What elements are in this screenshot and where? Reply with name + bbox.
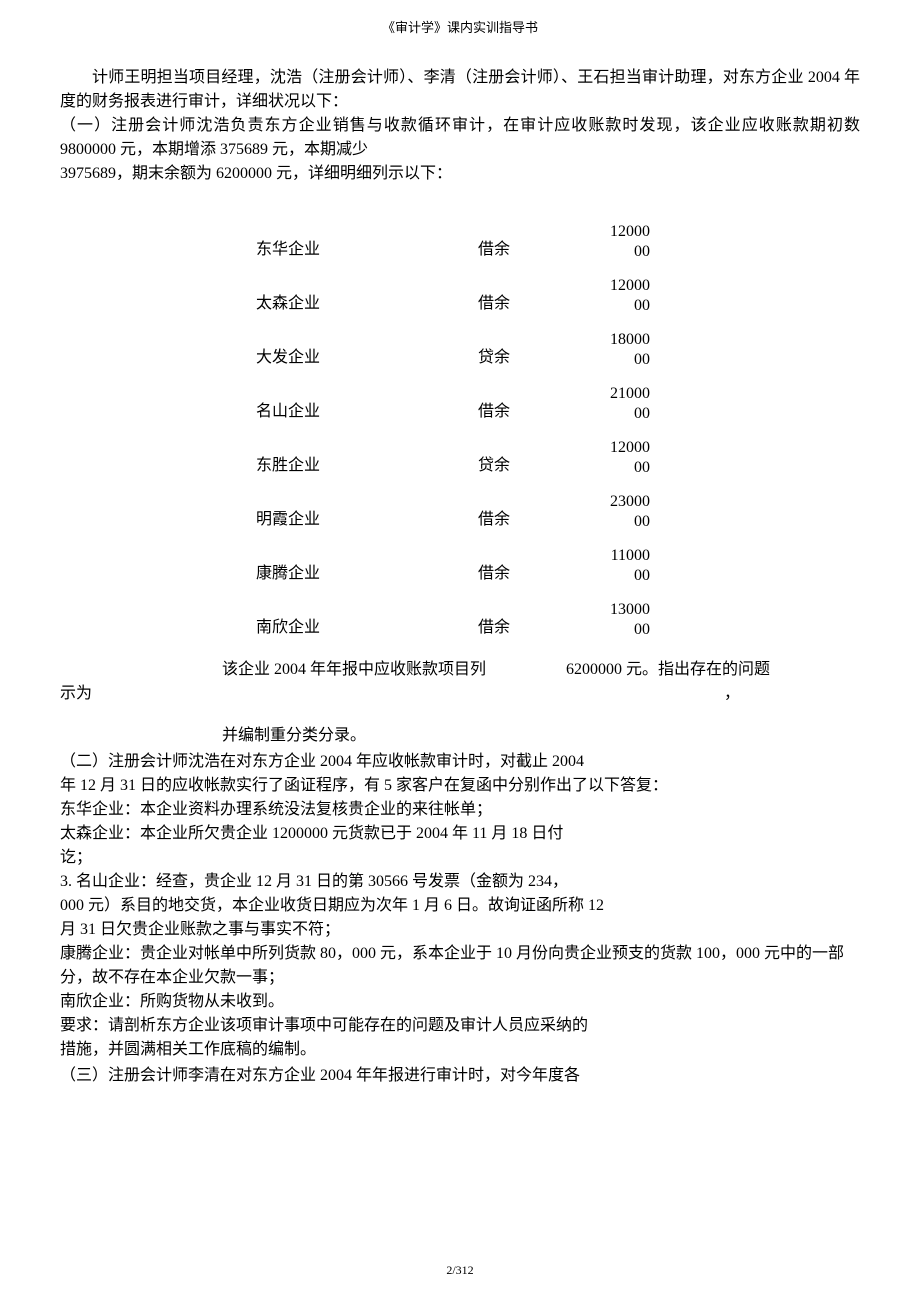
amount-cell: 2300000 <box>574 478 656 532</box>
table-row: 南欣企业借余1300000 <box>250 586 656 640</box>
s2-l12: 措施，并圆满相关工作底稿的编制。 <box>60 1038 860 1062</box>
company-name: 明霞企业 <box>250 478 472 532</box>
amount-bottom: 00 <box>580 566 650 586</box>
doc-header: 《审计学》课内实训指导书 <box>60 18 860 38</box>
s2-l1: （二）注册会计师沈浩在对东方企业 2004 年应收帐款审计时，对截止 2004 <box>60 750 860 774</box>
amount-top: 23000 <box>580 492 650 512</box>
summary-reclass: 并编制重分类分录。 <box>60 724 860 748</box>
amount-cell: 1200000 <box>574 262 656 316</box>
s2-l2: 年 12 月 31 日的应收帐款实行了函证程序，有 5 家客户在复函中分别作出了… <box>60 774 860 798</box>
balance-type: 借余 <box>472 586 574 640</box>
s2-l10: 南欣企业：所购货物从未收到。 <box>60 990 860 1014</box>
s2-l6: 3. 名山企业：经查，贵企业 12 月 31 日的第 30566 号发票（金额为… <box>60 870 860 894</box>
amount-top: 12000 <box>580 222 650 242</box>
summary-line2a: 示为 <box>60 685 92 702</box>
s2-l11: 要求：请剖析东方企业该项审计事项中可能存在的问题及审计人员应采纳的 <box>60 1014 860 1038</box>
summary-line2b: ， <box>724 682 860 706</box>
table-row: 康腾企业借余1100000 <box>250 532 656 586</box>
table-row: 东华企业借余1200000 <box>250 208 656 262</box>
balance-type: 借余 <box>472 208 574 262</box>
amount-cell: 1100000 <box>574 532 656 586</box>
s3-l1: （三）注册会计师李清在对东方企业 2004 年年报进行审计时，对今年度各 <box>60 1064 860 1088</box>
balance-type: 贷余 <box>472 316 574 370</box>
table-row: 东胜企业贷余1200000 <box>250 424 656 478</box>
company-name: 东华企业 <box>250 208 472 262</box>
page-number: 2/312 <box>446 1263 473 1277</box>
amount-top: 21000 <box>580 384 650 404</box>
company-name: 东胜企业 <box>250 424 472 478</box>
table-row: 大发企业贷余1800000 <box>250 316 656 370</box>
amount-cell: 1200000 <box>574 208 656 262</box>
amount-cell: 1800000 <box>574 316 656 370</box>
amount-bottom: 00 <box>580 620 650 640</box>
amount-top: 18000 <box>580 330 650 350</box>
amount-cell: 2100000 <box>574 370 656 424</box>
balance-type: 借余 <box>472 262 574 316</box>
intro-p3: 3975689，期末余额为 6200000 元，详细明细列示以下： <box>60 162 860 186</box>
amount-top: 12000 <box>580 276 650 296</box>
amount-top: 13000 <box>580 600 650 620</box>
summary-left: 该企业 2004 年年报中应收账款项目列 <box>60 658 486 682</box>
company-name: 康腾企业 <box>250 532 472 586</box>
summary-right: 6200000 元。指出存在的问题 <box>486 658 770 682</box>
table-row: 名山企业借余2100000 <box>250 370 656 424</box>
receivables-table-wrap: 东华企业借余1200000太森企业借余1200000大发企业贷余1800000名… <box>60 208 860 640</box>
doc-title: 《审计学》课内实训指导书 <box>382 20 538 35</box>
page-footer: 2/312 <box>0 1261 920 1279</box>
amount-bottom: 00 <box>580 512 650 532</box>
intro-block: 计师王明担当项目经理，沈浩（注册会计师）、李清（注册会计师）、王石担当审计助理，… <box>60 66 860 186</box>
s2-l3: 东华企业：本企业资料办理系统没法复核贵企业的来往帐单； <box>60 798 860 822</box>
amount-cell: 1300000 <box>574 586 656 640</box>
s2-l5: 讫； <box>60 846 860 870</box>
summary-block: 该企业 2004 年年报中应收账款项目列 6200000 元。指出存在的问题 示… <box>60 658 860 748</box>
amount-bottom: 00 <box>580 404 650 424</box>
section-3: （三）注册会计师李清在对东方企业 2004 年年报进行审计时，对今年度各 <box>60 1064 860 1088</box>
amount-top: 11000 <box>580 546 650 566</box>
balance-type: 借余 <box>472 532 574 586</box>
amount-cell: 1200000 <box>574 424 656 478</box>
balance-type: 借余 <box>472 478 574 532</box>
receivables-table: 东华企业借余1200000太森企业借余1200000大发企业贷余1800000名… <box>250 208 656 640</box>
amount-bottom: 00 <box>580 350 650 370</box>
company-name: 大发企业 <box>250 316 472 370</box>
intro-p2: （一）注册会计师沈浩负责东方企业销售与收款循环审计，在审计应收账款时发现，该企业… <box>60 114 860 162</box>
intro-p1: 计师王明担当项目经理，沈浩（注册会计师）、李清（注册会计师）、王石担当审计助理，… <box>60 66 860 114</box>
s2-l7: 000 元）系目的地交货，本企业收货日期应为次年 1 月 6 日。故询证函所称 … <box>60 894 860 918</box>
amount-bottom: 00 <box>580 242 650 262</box>
section-2: （二）注册会计师沈浩在对东方企业 2004 年应收帐款审计时，对截止 2004 … <box>60 750 860 1062</box>
company-name: 太森企业 <box>250 262 472 316</box>
amount-bottom: 00 <box>580 458 650 478</box>
s2-l8: 月 31 日欠贵企业账款之事与事实不符； <box>60 918 860 942</box>
company-name: 名山企业 <box>250 370 472 424</box>
amount-top: 12000 <box>580 438 650 458</box>
balance-type: 贷余 <box>472 424 574 478</box>
s2-l4: 太森企业：本企业所欠贵企业 1200000 元货款已于 2004 年 11 月 … <box>60 822 860 846</box>
amount-bottom: 00 <box>580 296 650 316</box>
page-content: 《审计学》课内实训指导书 计师王明担当项目经理，沈浩（注册会计师）、李清（注册会… <box>0 0 920 1088</box>
company-name: 南欣企业 <box>250 586 472 640</box>
table-row: 明霞企业借余2300000 <box>250 478 656 532</box>
table-row: 太森企业借余1200000 <box>250 262 656 316</box>
balance-type: 借余 <box>472 370 574 424</box>
s2-l9: 康腾企业：贵企业对帐单中所列货款 80，000 元，系本企业于 10 月份向贵企… <box>60 942 860 990</box>
